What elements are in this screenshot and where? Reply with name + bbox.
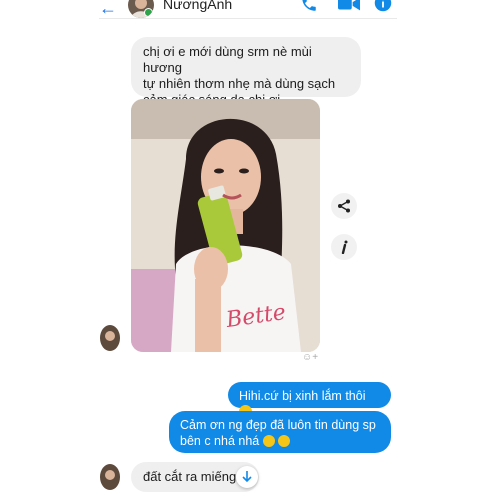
header-divider — [99, 18, 397, 19]
outgoing-message-bubble[interactable]: Cảm ơn ng đẹp đã luôn tin dùng sp bên c … — [169, 411, 391, 453]
message-line: bên c nhá nhá — [180, 434, 260, 448]
online-status-dot — [144, 8, 153, 17]
photo-message[interactable]: Bette — [131, 99, 320, 352]
message-text: đất cắt ra miếng — [143, 469, 237, 484]
incoming-message-bubble[interactable]: chị ơi e mới dùng srm nè mùi hương tự nh… — [131, 37, 361, 107]
info-icon[interactable] — [374, 0, 392, 12]
message-text: Hihi.cứ bị xinh lắm thôi — [239, 389, 366, 403]
chat-header: ← NươngAnh — [0, 0, 497, 22]
add-reaction-icon[interactable]: ☺+ — [302, 352, 318, 363]
sender-avatar[interactable] — [100, 325, 120, 351]
grinning-emoji-icon — [262, 435, 275, 447]
edit-button[interactable] — [331, 234, 357, 260]
share-button[interactable] — [331, 193, 357, 219]
scroll-down-icon — [242, 471, 252, 483]
grinning-emoji-icon — [278, 435, 291, 447]
contact-name[interactable]: NươngAnh — [163, 0, 232, 12]
message-line: tự nhiên thơm nhẹ mà dùng sạch — [143, 76, 336, 91]
share-icon — [338, 199, 350, 213]
scroll-down-button[interactable] — [236, 466, 258, 488]
outgoing-message-bubble[interactable]: Hihi.cứ bị xinh lắm thôi — [228, 382, 391, 418]
video-camera-icon[interactable] — [338, 0, 360, 12]
edit-icon — [341, 240, 348, 254]
message-line: chị ơi e mới dùng srm nè mùi hương — [143, 44, 312, 75]
back-arrow-icon[interactable]: ← — [99, 0, 117, 19]
phone-icon[interactable] — [300, 0, 318, 13]
message-line: Cảm ơn ng đẹp đã luôn tin dùng sp — [180, 418, 376, 432]
sender-avatar[interactable] — [100, 464, 120, 490]
contact-avatar[interactable] — [128, 0, 154, 18]
